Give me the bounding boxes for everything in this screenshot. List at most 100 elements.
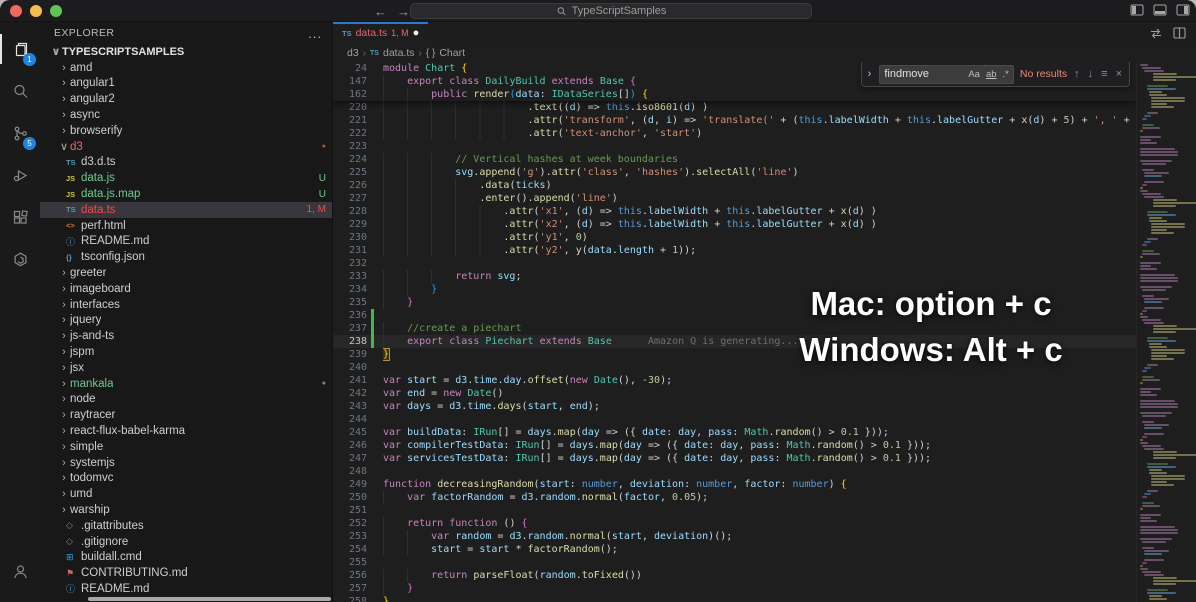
tree-item-simple[interactable]: › simple [40,439,332,455]
tree-item-interfaces[interactable]: › interfaces [40,297,332,313]
tree-item-react-flux-babel-karma[interactable]: › react-flux-babel-karma [40,423,332,439]
breadcrumb-symbol[interactable]: Chart [439,47,465,59]
nav-back-icon[interactable]: ← [374,4,387,19]
close-window-button[interactable] [10,5,22,17]
tree-item-d3.d.ts[interactable]: TS d3.d.ts [40,155,332,171]
code-line-249[interactable]: 249 function decreasingRandom(start: numb… [333,478,1136,491]
code-line-241[interactable]: 241 var start = d3.time.day.offset(new Da… [333,374,1136,387]
code-line-253[interactable]: 253 var random = d3.random.normal(start, … [333,530,1136,543]
code-line-221[interactable]: 221 .attr('transform', (d, i) => 'transla… [333,114,1136,127]
tree-item-angular1[interactable]: › angular1 [40,76,332,92]
code-line-257[interactable]: 257} [333,582,1136,595]
code-line-252[interactable]: 252 return function () { [333,517,1136,530]
tree-item-systemjs[interactable]: › systemjs [40,455,332,471]
code-line-227[interactable]: 227 .enter().append('line') [333,192,1136,205]
code-line-255[interactable]: 255 [333,556,1136,569]
whole-word-icon[interactable]: ab [986,69,997,80]
code-line-245[interactable]: 245 var buildData: IRun[] = days.map(day … [333,426,1136,439]
code-line-254[interactable]: 254 start = start * factorRandom(); [333,543,1136,556]
tree-item-perf.html[interactable]: <> perf.html [40,218,332,234]
breadcrumb-file[interactable]: data.ts [383,47,415,59]
code-line-248[interactable]: 248 [333,465,1136,478]
tree-item-browserify[interactable]: › browserify [40,123,332,139]
tree-item-jsx[interactable]: › jsx [40,360,332,376]
find-next-icon[interactable]: ↓ [1087,68,1095,80]
code-line-225[interactable]: 225 svg.append('g').attr('class', 'hashes… [333,166,1136,179]
find-expand-chevron-icon[interactable]: › [866,68,874,80]
tree-root[interactable]: ∨ TYPESCRIPTSAMPLES [40,44,332,60]
code-line-251[interactable]: 251 [333,504,1136,517]
code-line-244[interactable]: 244 [333,413,1136,426]
tree-item-js-and-ts[interactable]: › js-and-ts [40,328,332,344]
code-line-242[interactable]: 242 var end = new Date() [333,387,1136,400]
tree-item-jquery[interactable]: › jquery [40,313,332,329]
code-line-222[interactable]: 222 .attr('text-anchor', 'start') [333,127,1136,140]
tree-item-warship[interactable]: › warship [40,502,332,518]
code-line-256[interactable]: 256 return parseFloat(random.toFixed()) [333,569,1136,582]
dirty-indicator-icon[interactable]: ● [413,27,420,39]
command-center-search[interactable]: TypeScriptSamples [410,3,812,19]
tree-item-jspm[interactable]: › jspm [40,344,332,360]
tree-item-data.js[interactable]: JS data.js U [40,170,332,186]
open-changes-icon[interactable] [1149,27,1163,40]
code-line-247[interactable]: 247 var servicesTestData: IRun[] = days.m… [333,452,1136,465]
tree-item-buildall.cmd[interactable]: ⊞ buildall.cmd [40,550,332,566]
extensions-icon[interactable] [0,196,40,238]
find-input[interactable]: findmove Aa ab .* [879,64,1014,84]
explorer-icon[interactable]: 1 [0,28,40,70]
tree-item-d3[interactable]: ∨ d3 ● [40,139,332,155]
source-control-icon[interactable]: 5 [0,112,40,154]
breadcrumb-folder[interactable]: d3 [347,47,359,59]
toggle-sidebar-icon[interactable] [1130,4,1144,16]
tree-item-imageboard[interactable]: › imageboard [40,281,332,297]
code-line-246[interactable]: 246 var compilerTestData: IRun[] = days.m… [333,439,1136,452]
tree-item-amd[interactable]: › amd [40,60,332,76]
tree-item-async[interactable]: › async [40,107,332,123]
tree-item-greeter[interactable]: › greeter [40,265,332,281]
code-line-232[interactable]: 232 [333,257,1136,270]
account-icon[interactable] [0,550,40,592]
code-line-220[interactable]: 220 .text((d) => this.iso8601(d) ) [333,101,1136,114]
code-line-258[interactable]: 258} [333,595,1136,602]
find-input-value[interactable]: findmove [884,68,962,80]
code-line-229[interactable]: 229 .attr('x2', (d) => this.labelWidth + … [333,218,1136,231]
tree-item-data.ts[interactable]: TS data.ts 1, M [40,201,332,218]
code-line-228[interactable]: 228 .attr('x1', (d) => this.labelWidth + … [333,205,1136,218]
find-in-selection-icon[interactable]: ≡ [1100,68,1108,80]
tree-item-umd[interactable]: › umd [40,486,332,502]
tree-item-todomvc[interactable]: › todomvc [40,471,332,487]
explorer-more-actions-icon[interactable]: ... [308,26,322,41]
code-line-162[interactable]: 162 public render(data: IDataSeries[]) { [333,88,1136,101]
split-editor-icon[interactable] [1173,27,1186,39]
regex-icon[interactable]: .* [1003,69,1009,80]
code-line-226[interactable]: 226 .data(ticks) [333,179,1136,192]
tree-item-angular2[interactable]: › angular2 [40,91,332,107]
tree-item-mankala[interactable]: › mankala ● [40,376,332,392]
tree-item-tsconfig.json[interactable]: {} tsconfig.json [40,249,332,265]
close-icon[interactable]: × [1115,68,1123,80]
tree-item-node[interactable]: › node [40,392,332,408]
tree-item-raytracer[interactable]: › raytracer [40,407,332,423]
tree-item-README.md[interactable]: ⓘ README.md [40,234,332,250]
run-debug-icon[interactable] [0,154,40,196]
tree-item-CONTRIBUTING.md[interactable]: ⚑ CONTRIBUTING.md [40,565,332,581]
tree-item-.gitignore[interactable]: ◇ .gitignore [40,534,332,550]
tree-item-README.md[interactable]: ⓘ README.md [40,581,332,597]
code-line-230[interactable]: 230 .attr('y1', 0) [333,231,1136,244]
code-line-223[interactable]: 223 [333,140,1136,153]
nav-forward-icon[interactable]: → [397,4,410,19]
tree-item-.gitattributes[interactable]: ◇ .gitattributes [40,518,332,534]
maximize-window-button[interactable] [50,5,62,17]
code-line-243[interactable]: 243 var days = d3.time.days(start, end); [333,400,1136,413]
toggle-panel-icon[interactable] [1153,4,1167,16]
amazon-q-icon[interactable] [0,238,40,280]
find-previous-icon[interactable]: ↑ [1073,68,1081,80]
code-line-231[interactable]: 231 .attr('y2', y(data.length + 1)); [333,244,1136,257]
match-case-icon[interactable]: Aa [968,69,980,80]
toggle-secondary-sidebar-icon[interactable] [1176,4,1190,16]
minimap[interactable] [1136,62,1196,602]
code-line-250[interactable]: 250 var factorRandom = d3.random.normal(f… [333,491,1136,504]
code-line-224[interactable]: 224// Vertical hashes at week boundaries [333,153,1136,166]
tab-data-ts[interactable]: TS data.ts 1, M ● [333,22,429,44]
tree-item-data.js.map[interactable]: JS data.js.map U [40,186,332,202]
